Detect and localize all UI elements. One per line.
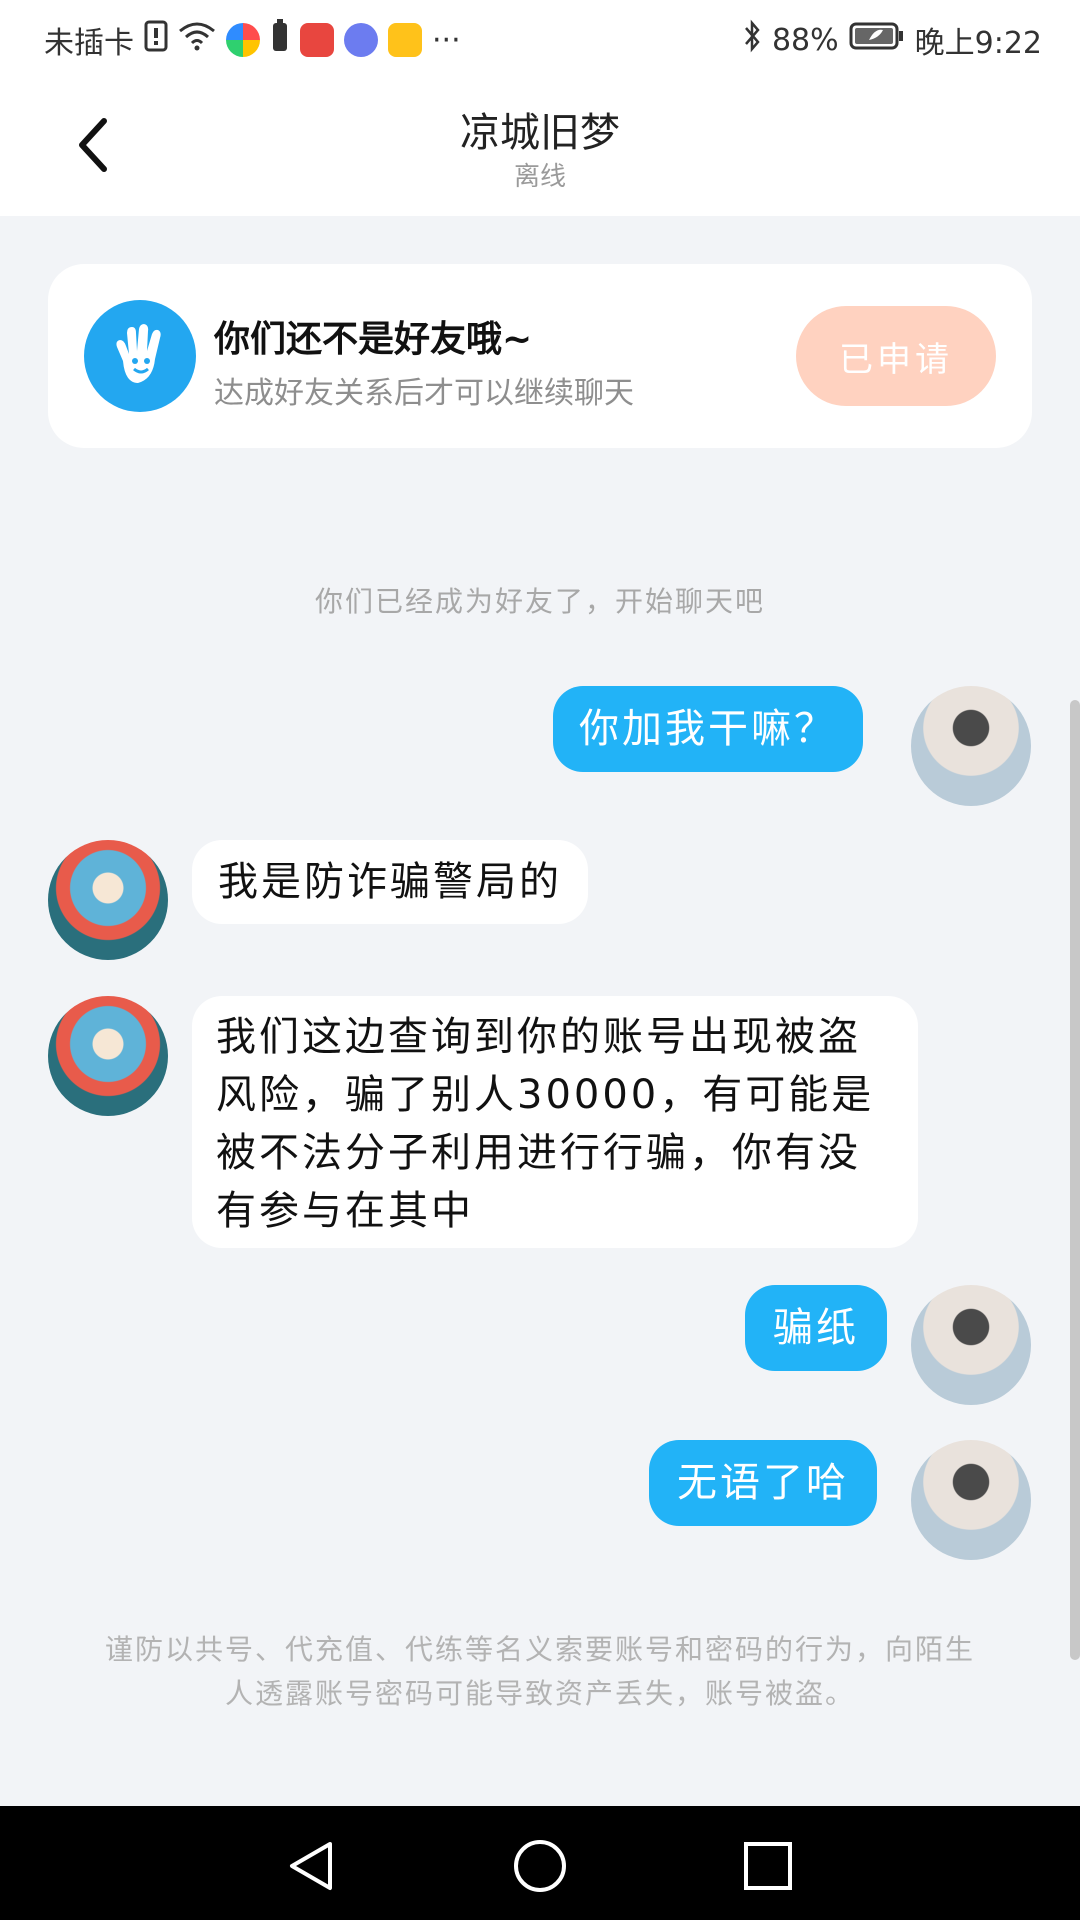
navigation-bar bbox=[0, 1806, 1080, 1920]
applied-button[interactable]: 已申请 bbox=[796, 306, 996, 406]
security-warning: 谨防以共号、代充值、代练等名义索要账号和密码的行为，向陌生人透露账号密码可能导致… bbox=[105, 1633, 976, 1710]
my-avatar[interactable] bbox=[911, 1285, 1031, 1405]
app-icon-yellow bbox=[388, 23, 422, 57]
contact-avatar[interactable] bbox=[48, 996, 168, 1116]
message-text: 你加我干嘛？ bbox=[579, 706, 837, 752]
square-recents-icon bbox=[744, 1842, 792, 1890]
message-bubble-outgoing[interactable]: 无语了哈 bbox=[649, 1440, 877, 1526]
carrier-label: 未插卡 bbox=[44, 26, 134, 61]
message-bubble-outgoing[interactable]: 你加我干嘛？ bbox=[553, 686, 863, 772]
bluetooth-icon bbox=[742, 19, 762, 61]
wave-hand-icon bbox=[84, 300, 196, 412]
contact-status: 离线 bbox=[513, 162, 566, 192]
friend-request-card: 你们还不是好友哦~ 达成好友关系后才可以继续聊天 已申请 bbox=[48, 264, 1032, 448]
message-bubble-incoming[interactable]: 我们这边查询到你的账号出现被盗风险，骗了别人30000，有可能是被不法分子利用进… bbox=[192, 996, 918, 1248]
app-icon-huawei bbox=[300, 23, 334, 57]
contact-name: 凉城旧梦 bbox=[460, 110, 620, 156]
sim-alert-icon bbox=[144, 20, 168, 60]
more-notifications-icon: ··· bbox=[432, 22, 461, 58]
message-bubble-incoming[interactable]: 我是防诈骗警局的 bbox=[192, 840, 588, 924]
scrollbar[interactable] bbox=[1070, 700, 1080, 1660]
system-message: 你们已经成为好友了，开始聊天吧 bbox=[314, 585, 765, 618]
nav-home-button[interactable] bbox=[512, 1838, 568, 1894]
message-bubble-outgoing[interactable]: 骗纸 bbox=[745, 1285, 887, 1371]
contact-avatar[interactable] bbox=[48, 840, 168, 960]
triangle-back-icon bbox=[290, 1842, 332, 1890]
my-avatar[interactable] bbox=[911, 1440, 1031, 1560]
nav-back-button[interactable] bbox=[284, 1838, 340, 1894]
message-text: 我们这边查询到你的账号出现被盗风险，骗了别人30000，有可能是被不法分子利用进… bbox=[216, 1014, 875, 1234]
my-avatar[interactable] bbox=[911, 686, 1031, 806]
time-label: 晚上9:22 bbox=[914, 26, 1042, 61]
message-text: 无语了哈 bbox=[677, 1460, 849, 1506]
status-bar-right: 88% 晚上9:22 bbox=[742, 18, 1042, 62]
card-subtitle: 达成好友关系后才可以继续聊天 bbox=[214, 376, 634, 411]
app-icon-colorful bbox=[226, 23, 260, 57]
nav-recents-button[interactable] bbox=[740, 1838, 796, 1894]
battery-percent: 88% bbox=[771, 22, 839, 58]
message-text: 我是防诈骗警局的 bbox=[218, 859, 562, 905]
battery-icon bbox=[849, 22, 905, 58]
status-bar-left: 未插卡 ··· bbox=[44, 18, 461, 62]
status-bar: 未插卡 ··· 88% 晚上9:22 bbox=[0, 0, 1080, 78]
card-title: 你们还不是好友哦~ bbox=[214, 319, 533, 360]
message-text: 骗纸 bbox=[773, 1305, 859, 1351]
app-icon-music bbox=[344, 23, 378, 57]
wifi-icon bbox=[178, 21, 216, 59]
chat-header: 凉城旧梦 离线 bbox=[0, 78, 1080, 216]
circle-home-icon bbox=[514, 1840, 566, 1892]
battery-saver-icon bbox=[270, 19, 290, 61]
